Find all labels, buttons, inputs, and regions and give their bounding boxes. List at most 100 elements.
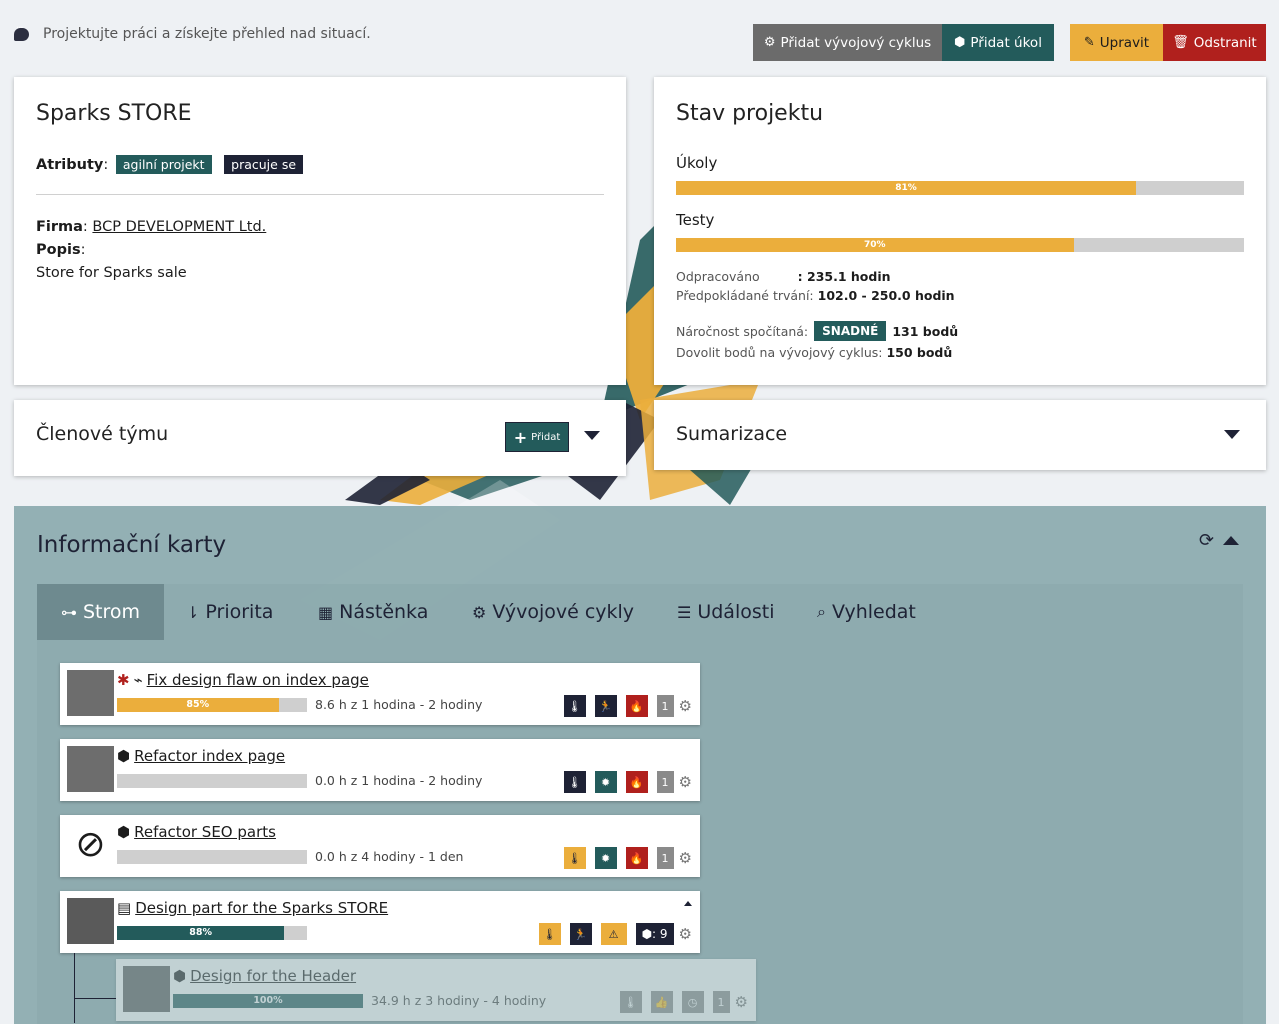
tasks-progress-bar: 81%	[676, 181, 1244, 195]
add-task-button[interactable]: ⬢ Přidat úkol	[942, 24, 1054, 61]
sort-icon: ⇂	[186, 602, 200, 622]
running-icon: 🏃	[594, 695, 617, 717]
sitemap-icon: ⊶	[60, 602, 77, 622]
search-icon: ⌕	[817, 602, 826, 621]
bug-icon: ✱	[117, 671, 130, 689]
thermometer-icon: 🌡	[619, 991, 642, 1013]
worked-row: Odpracováno : 235.1 hodin	[676, 269, 891, 284]
no-user-avatar-icon: ⊘	[67, 822, 114, 868]
cube-icon: ⬢	[641, 927, 653, 941]
gear-icon[interactable]: ⚙	[679, 849, 692, 867]
task-title-link[interactable]: Design part for the Sparks STORE	[135, 899, 388, 917]
thermometer-icon: 🌡	[563, 771, 586, 793]
paperclip-icon: ⌁	[133, 671, 143, 689]
warning-icon: ⚠	[600, 923, 627, 945]
attribute-badge-agile: agilní projekt	[115, 155, 212, 174]
task-progress-bar: 88%	[117, 926, 307, 940]
task-time: 0.0 h z 4 hodiny - 1 den	[315, 849, 464, 864]
add-member-button[interactable]: + Přidat	[505, 422, 569, 452]
edit-button[interactable]: ✎ Upravit	[1070, 24, 1163, 61]
clock-icon: ◷	[681, 991, 704, 1013]
refresh-icon[interactable]: ⟳	[1199, 530, 1214, 551]
bug-settings-icon: ✹	[594, 847, 617, 869]
comment-icon	[14, 23, 29, 41]
tab-vyhledat[interactable]: ⌕ Vyhledat	[817, 584, 916, 640]
allow-row: Dovolit bodů na vývojový cyklus: 150 bod…	[676, 345, 953, 360]
add-cycle-button[interactable]: ⚙ Přidat vývojový cyklus	[753, 24, 942, 61]
gear-icon[interactable]: ⚙	[735, 993, 748, 1011]
tabs-area: ⊶ Strom ⇂ Priorita ▦ Nástěnka ⚙ Vývojové…	[37, 584, 1243, 1024]
difficulty-row: Náročnost spočítaná: SNADNÉ 131 bodů	[676, 321, 958, 341]
task-title-link[interactable]: Design for the Header	[190, 967, 356, 985]
newspaper-icon: ▤	[117, 899, 132, 917]
edit-icon: ✎	[1083, 35, 1095, 50]
tab-priorita[interactable]: ⇂ Priorita	[186, 584, 273, 640]
avatar	[123, 966, 170, 1012]
thermometer-icon: 🌡	[563, 847, 586, 869]
task-title-link[interactable]: Refactor SEO parts	[134, 823, 276, 841]
divider	[36, 194, 604, 195]
fire-icon: 🔥	[625, 771, 648, 793]
gear-icon[interactable]: ⚙	[679, 697, 692, 715]
tests-progress-bar: 70%	[676, 238, 1244, 252]
tab-strom[interactable]: ⊶ Strom	[37, 584, 164, 640]
project-attributes: Atributy: agilní projekt pracuje se	[36, 155, 304, 174]
tasks-label: Úkoly	[676, 154, 718, 172]
subtask-counter: ⬢ : 9	[635, 923, 674, 945]
task-counter: 1	[656, 771, 674, 793]
project-status-card: Stav projektu Úkoly 81% Testy 70% Odprac…	[654, 77, 1266, 385]
attribute-badge-status: pracuje se	[224, 155, 304, 174]
gear-icon[interactable]: ⚙	[679, 773, 692, 791]
task-progress-bar	[117, 774, 307, 788]
cube-icon: ⬢	[117, 823, 131, 841]
thermometer-icon: 🌡	[563, 695, 586, 717]
tree-line	[74, 998, 116, 999]
trash-icon: 🗑	[1172, 35, 1189, 50]
task-card[interactable]: ✱ ⌁ Fix design flaw on index page 85% 8.…	[60, 663, 700, 725]
avatar	[67, 898, 114, 944]
running-icon: 🏃	[569, 923, 592, 945]
tab-nastenka[interactable]: ▦ Nástěnka	[318, 584, 428, 640]
info-cards-title: Informační karty	[37, 532, 227, 558]
cube-icon: ⬢	[954, 35, 966, 50]
project-title: Sparks STORE	[36, 101, 192, 126]
task-time: 0.0 h z 1 hodina - 2 hodiny	[315, 773, 483, 788]
task-card[interactable]: ⊘ ⬢ Refactor SEO parts 0.0 h z 4 hodiny …	[60, 815, 700, 877]
fire-icon: 🔥	[625, 847, 648, 869]
grid-icon: ▦	[318, 602, 334, 622]
cube-icon: ⬢	[173, 967, 187, 985]
tab-udalosti[interactable]: ☰ Události	[677, 584, 775, 640]
cube-icon: ⬢	[117, 747, 131, 765]
task-card[interactable]: ⬢ Refactor index page 0.0 h z 1 hodina -…	[60, 739, 700, 801]
info-cards-panel: Informační karty ⟳ ⊶ Strom ⇂ Priorita ▦ …	[14, 506, 1266, 1024]
thumbs-up-icon: 👍	[650, 991, 673, 1013]
task-progress-bar	[117, 850, 307, 864]
summary-collapse-toggle[interactable]	[1224, 430, 1240, 439]
page-tagline: Projektujte práci a získejte přehled nad…	[14, 23, 371, 42]
expected-row: Předpokládané trvání: 102.0 - 250.0 hodi…	[676, 288, 955, 303]
tests-label: Testy	[676, 211, 715, 229]
company-link[interactable]: BCP DEVELOPMENT Ltd.	[92, 219, 266, 235]
task-counter: 1	[656, 695, 674, 717]
tab-vyvojove-cykly[interactable]: ⚙ Vývojové cykly	[472, 584, 634, 640]
task-title-link[interactable]: Fix design flaw on index page	[147, 671, 369, 689]
info-collapse-toggle[interactable]	[1223, 536, 1239, 545]
team-collapse-toggle[interactable]	[584, 431, 600, 440]
project-description: Store for Sparks sale	[36, 265, 187, 281]
task-card[interactable]: ⬢ Design for the Header 100% 34.9 h z 3 …	[116, 959, 756, 1021]
gear-icon[interactable]: ⚙	[679, 925, 692, 943]
task-collapse-toggle[interactable]	[684, 901, 692, 906]
task-card[interactable]: ▤ Design part for the Sparks STORE 88% 🌡…	[60, 891, 700, 953]
task-title-link[interactable]: Refactor index page	[134, 747, 285, 765]
avatar	[67, 746, 114, 792]
cogs-icon: ⚙	[763, 35, 776, 50]
status-title: Stav projektu	[676, 101, 824, 126]
summary-card: Sumarizace	[654, 400, 1266, 470]
cogs-icon: ⚙	[472, 602, 487, 622]
list-icon: ☰	[677, 602, 692, 622]
project-details: Firma: BCP DEVELOPMENT Ltd. Popis: Store…	[36, 216, 266, 285]
thermometer-icon: 🌡	[538, 923, 561, 945]
task-time: 8.6 h z 1 hodina - 2 hodiny	[315, 697, 483, 712]
difficulty-badge: SNADNÉ	[814, 321, 887, 341]
delete-button[interactable]: 🗑 Odstranit	[1163, 24, 1266, 61]
